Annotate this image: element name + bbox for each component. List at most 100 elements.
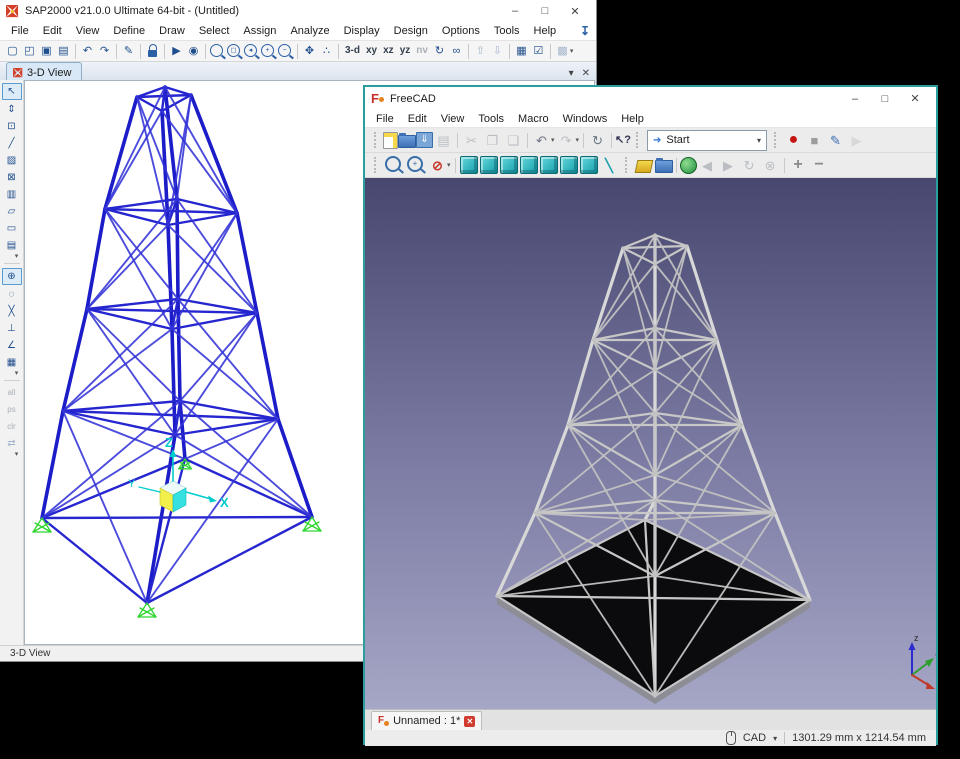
view-xy[interactable]: xy xyxy=(363,43,380,59)
open-document-icon[interactable] xyxy=(398,135,416,148)
view-left-icon[interactable] xyxy=(580,156,598,174)
close-button[interactable]: ✕ xyxy=(900,90,930,108)
undo[interactable]: ↶ xyxy=(79,43,96,59)
redo[interactable]: ↷ xyxy=(96,43,113,59)
draw-poly-area[interactable]: ▱ xyxy=(3,204,21,219)
snap-to-joints[interactable]: ⊕ xyxy=(2,268,22,285)
print[interactable]: ▤ xyxy=(55,43,72,59)
set-display-options[interactable]: ▦ xyxy=(513,43,530,59)
menu-options[interactable]: Options xyxy=(435,23,487,39)
snap-to-lines[interactable]: ∠ xyxy=(3,338,21,353)
quick-draw-frame[interactable]: ▨ xyxy=(3,153,21,168)
menu-help[interactable]: Help xyxy=(614,111,651,127)
refresh[interactable]: ↻ xyxy=(587,130,608,150)
maximize-button[interactable]: □ xyxy=(870,90,900,108)
navigation-style-value[interactable]: CAD xyxy=(743,732,766,744)
menu-draw[interactable]: Draw xyxy=(152,23,192,39)
perspective-glasses[interactable]: ∞ xyxy=(448,43,465,59)
view-tab-3d[interactable]: 3-D View xyxy=(6,62,82,82)
zoom-in[interactable]: + xyxy=(788,155,809,175)
save-document[interactable]: ⇓ xyxy=(416,132,433,148)
invert-selection-dropdown-icon[interactable]: ▾ xyxy=(15,450,19,458)
rubber-band-zoom-icon[interactable] xyxy=(210,44,223,57)
menu-select[interactable]: Select xyxy=(192,23,237,39)
zoom-out[interactable]: − xyxy=(809,155,830,175)
draw-style-dropdown-icon[interactable]: ▾ xyxy=(447,161,451,169)
snap-to-midpoints[interactable]: ◌ xyxy=(3,287,21,302)
maximize-button[interactable]: □ xyxy=(530,2,560,20)
menu-edit[interactable]: Edit xyxy=(36,23,69,39)
view-isometric-icon[interactable] xyxy=(460,156,478,174)
chevron-down-icon[interactable]: ▾ xyxy=(569,68,574,79)
draw-pen[interactable]: ✎ xyxy=(120,43,137,59)
menu-windows[interactable]: Windows xyxy=(556,111,615,127)
view-top-icon[interactable] xyxy=(500,156,518,174)
undo-dropdown-icon[interactable]: ▾ xyxy=(551,136,555,144)
whats-this[interactable]: ↖? xyxy=(615,130,631,150)
toolbar-grip[interactable] xyxy=(374,132,378,148)
view-rear-icon[interactable] xyxy=(540,156,558,174)
new-model[interactable]: ▢ xyxy=(4,43,21,59)
close-view-icon[interactable]: ✕ xyxy=(582,68,590,79)
undo[interactable]: ↶ xyxy=(531,130,552,150)
web-home-icon[interactable] xyxy=(680,157,697,174)
snap-to-perpendicular[interactable]: ⊥ xyxy=(3,321,21,336)
menu-tools[interactable]: Tools xyxy=(487,23,527,39)
workbench-selector[interactable]: ➔ Start ▾ xyxy=(647,130,767,151)
menu-help[interactable]: Help xyxy=(527,23,564,39)
view-bottom-icon[interactable] xyxy=(560,156,578,174)
macro-record[interactable]: ● xyxy=(783,130,804,150)
macro-stop[interactable]: ■ xyxy=(804,130,825,150)
snap-to-grid[interactable]: ▦ xyxy=(3,355,21,370)
sap-titlebar[interactable]: SAP2000 v21.0.0 Ultimate 64-bit - (Untit… xyxy=(0,0,596,22)
draw-style[interactable]: ⊘ xyxy=(427,155,448,175)
save-model[interactable]: ▣ xyxy=(38,43,55,59)
menu-tools[interactable]: Tools xyxy=(471,111,511,127)
quick-draw-braces[interactable]: ⊠ xyxy=(3,170,21,185)
previous-zoom[interactable]: ◂ xyxy=(244,44,257,57)
doc-tab-unnamed[interactable]: F Unnamed : 1* ✕ xyxy=(371,711,482,730)
menu-display[interactable]: Display xyxy=(337,23,387,39)
freecad-3d-viewport[interactable]: zYX xyxy=(365,178,936,709)
menu-view[interactable]: View xyxy=(434,111,472,127)
draw-frame[interactable]: ╱ xyxy=(3,136,21,151)
menu-file[interactable]: File xyxy=(369,111,401,127)
toolbar-grip[interactable] xyxy=(774,132,778,148)
menu-edit[interactable]: Edit xyxy=(401,111,434,127)
object-shrink-toggle[interactable]: ∴ xyxy=(318,43,335,59)
rotate-3d-view[interactable]: ↻ xyxy=(431,43,448,59)
zoom-in[interactable]: + xyxy=(261,44,274,57)
view-3d[interactable]: 3-d xyxy=(342,43,363,59)
menu-view[interactable]: View xyxy=(69,23,107,39)
freecad-titlebar[interactable]: F FreeCAD – □ ✕ xyxy=(365,87,936,110)
fit-selection[interactable]: + xyxy=(407,156,423,172)
quick-draw-area[interactable]: ▤ xyxy=(3,238,21,253)
lock-model-icon[interactable] xyxy=(144,43,161,59)
run-animation[interactable]: ◉ xyxy=(185,43,202,59)
toolbar-grip[interactable] xyxy=(625,157,629,173)
menu-assign[interactable]: Assign xyxy=(236,23,283,39)
open-model[interactable]: ◰ xyxy=(21,43,38,59)
view-front-icon[interactable] xyxy=(480,156,498,174)
view-yz[interactable]: yz xyxy=(397,43,414,59)
toolbar-grip[interactable] xyxy=(374,157,378,173)
minimize-button[interactable]: – xyxy=(500,2,530,20)
quick-draw-secondary-beams[interactable]: ▥ xyxy=(3,187,21,202)
minimize-button[interactable]: – xyxy=(840,90,870,108)
draw-rectangular-area[interactable]: ▭ xyxy=(3,221,21,236)
assign-check[interactable]: ☑ xyxy=(530,43,547,59)
menu-file[interactable]: File xyxy=(4,23,36,39)
std-part-icon[interactable] xyxy=(634,160,653,173)
view-xz[interactable]: xz xyxy=(380,43,397,59)
measure-distance[interactable]: ╲ xyxy=(599,155,620,175)
menu-define[interactable]: Define xyxy=(106,23,152,39)
pan[interactable]: ✥ xyxy=(301,43,318,59)
chevron-down-icon[interactable]: ▾ xyxy=(773,734,777,743)
std-group-icon[interactable] xyxy=(655,160,673,173)
menu-design[interactable]: Design xyxy=(387,23,435,39)
quick-draw-area-dropdown-icon[interactable]: ▾ xyxy=(15,252,19,260)
snap-to-grid-dropdown-icon[interactable]: ▾ xyxy=(15,369,19,377)
fit-all-icon[interactable] xyxy=(385,156,401,172)
snap-to-intersections[interactable]: ╳ xyxy=(3,304,21,319)
zoom-out[interactable]: − xyxy=(278,44,291,57)
